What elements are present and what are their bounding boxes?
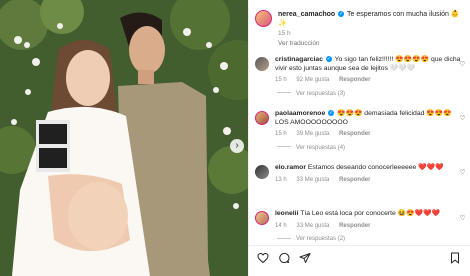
comment: cristinagarciac ✓ Yo sigo tan feliz!!!!!… (255, 56, 461, 98)
reply-button[interactable]: Responder (339, 177, 370, 183)
comment-likes[interactable]: 33 Me gusta (296, 177, 329, 183)
couple-photo-illustration (0, 0, 248, 276)
like-comment-icon[interactable]: ♡ (459, 60, 466, 68)
verified-badge-icon: ✓ (325, 56, 332, 63)
avatar[interactable] (255, 165, 269, 179)
comment: leonelii Tía Leo está loca por conocerte… (255, 210, 461, 244)
comment-username[interactable]: leonelii (275, 210, 298, 217)
share-icon[interactable] (299, 252, 311, 264)
comment-text: Tía Leo está loca por conocerte 😆😍❤️❤️❤️ (300, 210, 440, 217)
caption-username[interactable]: nerea_camachoo (278, 11, 335, 18)
view-replies-button[interactable]: Ver respuestas (4) (277, 144, 461, 153)
avatar[interactable] (255, 10, 272, 27)
comment-likes[interactable]: 39 Me gusta (296, 131, 329, 137)
comment-likes[interactable]: 33 Me gusta (296, 223, 329, 229)
view-replies-button[interactable]: Ver respuestas (3) (277, 90, 461, 99)
post-caption: nerea_camachoo ✓ Te esperamos con mucha … (255, 10, 465, 37)
avatar[interactable] (255, 211, 269, 225)
verified-badge-icon: ✓ (328, 110, 335, 117)
comment-time: 13 h (275, 176, 287, 183)
comment-icon[interactable] (278, 252, 290, 264)
comment-time: 15 h (275, 77, 287, 83)
comment-username[interactable]: cristinagarciac (275, 56, 323, 63)
comment-username[interactable]: elo.ramor (275, 164, 306, 171)
comment-time: 14 h (275, 222, 287, 229)
chevron-right-icon[interactable]: › (230, 139, 244, 153)
post-photo: › (0, 0, 248, 276)
comment: elo.ramor Estamos deseando conocerleeeee… (255, 164, 461, 184)
post-comments-panel: nerea_camachoo ✓ Te esperamos con mucha … (248, 0, 470, 276)
comment-text: Estamos deseando conocerleeeeee ❤️❤️❤️ (307, 164, 444, 171)
like-comment-icon[interactable]: ♡ (459, 168, 466, 176)
heart-icon[interactable] (257, 252, 269, 264)
like-comment-icon[interactable]: ♡ (459, 214, 466, 222)
post-action-bar (249, 245, 470, 276)
comment: paolaamorenoe ✓ 😍😍😍 demasiada felicidad … (255, 110, 461, 152)
reply-button[interactable]: Responder (339, 77, 370, 83)
save-icon[interactable] (449, 252, 461, 264)
like-comment-icon[interactable]: ♡ (459, 114, 466, 122)
reply-button[interactable]: Responder (339, 223, 370, 229)
verified-badge-icon: ✓ (338, 11, 345, 18)
avatar[interactable] (255, 111, 269, 125)
view-replies-button[interactable]: Ver respuestas (2) (277, 235, 461, 244)
comment-time: 15 h (275, 131, 287, 137)
comment-likes[interactable]: 92 Me gusta (296, 77, 329, 83)
caption-time: 15 h (278, 30, 291, 37)
reply-button[interactable]: Responder (339, 131, 370, 137)
comment-username[interactable]: paolaamorenoe (275, 110, 325, 117)
translate-link[interactable]: Ver traducción (278, 40, 320, 47)
avatar[interactable] (255, 57, 269, 71)
